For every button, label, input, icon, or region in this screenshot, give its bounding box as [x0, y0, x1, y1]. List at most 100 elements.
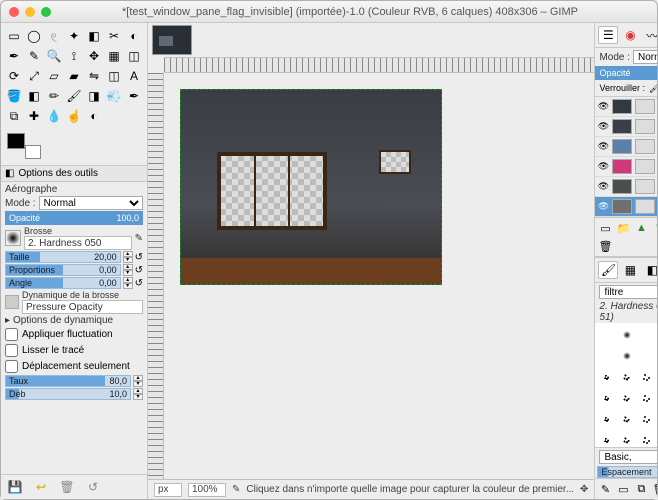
reset-options-icon[interactable]: ↺	[85, 479, 101, 495]
spacing-slider[interactable]: Espacement 10,0	[597, 466, 657, 478]
eye-icon[interactable]: 👁	[597, 121, 609, 132]
jitter-checkbox[interactable]: Appliquer fluctuation	[5, 327, 143, 342]
close-icon[interactable]	[9, 7, 19, 17]
image-canvas[interactable]	[180, 89, 442, 285]
brush-swatch[interactable]	[617, 367, 636, 387]
brush-swatch[interactable]	[637, 367, 656, 387]
smudge-icon[interactable]: ☝	[65, 107, 83, 125]
bucket-icon[interactable]: 🪣	[5, 87, 23, 105]
reset-size-icon[interactable]: ↺	[135, 252, 143, 263]
scale-icon[interactable]: ⤢	[25, 67, 43, 85]
layer-row[interactable]: 👁 ALL	[595, 97, 657, 117]
measure-icon[interactable]: ⟟	[65, 47, 83, 65]
brush-swatch[interactable]	[637, 430, 656, 447]
maximize-icon[interactable]	[41, 7, 51, 17]
brush-name-field[interactable]: 2. Hardness 050	[24, 236, 132, 250]
new-brush-icon[interactable]: ▭	[616, 482, 630, 496]
pencil-icon[interactable]: ✏	[45, 87, 63, 105]
layer-row[interactable]: 👁 ZBUFFER	[595, 197, 657, 217]
dodge-icon[interactable]: ◐	[85, 107, 103, 125]
ruler-horizontal[interactable]	[164, 57, 594, 73]
brush-swatch[interactable]	[597, 325, 616, 345]
fuzzy-select-icon[interactable]: ✦	[65, 27, 83, 45]
lock-pixels-icon[interactable]: 🖌	[649, 83, 657, 94]
dynamics-icon[interactable]	[5, 295, 19, 309]
opacity-slider[interactable]: Opacité 100,0	[5, 211, 143, 225]
heal-icon[interactable]: ✚	[25, 107, 43, 125]
crop-icon[interactable]: ◫	[125, 47, 143, 65]
motion-only-checkbox[interactable]: Déplacement seulement	[5, 359, 143, 374]
size-slider[interactable]: Taille 20,00	[5, 251, 121, 263]
rate-stepper[interactable]: ▴▾	[133, 375, 143, 387]
rect-select-icon[interactable]: ▭	[5, 27, 23, 45]
brush-preset-select[interactable]: Basic,	[599, 450, 657, 464]
align-icon[interactable]: ▦	[105, 47, 123, 65]
blend-icon[interactable]: ◧	[25, 87, 43, 105]
brush-swatch[interactable]	[637, 409, 656, 429]
flip-icon[interactable]: ⇋	[85, 67, 103, 85]
text-icon[interactable]: A	[125, 67, 143, 85]
color-picker-icon[interactable]: ✎	[25, 47, 43, 65]
brush-swatch[interactable]	[597, 346, 616, 366]
raise-layer-icon[interactable]: ▲	[634, 221, 648, 235]
brush-edit-icon[interactable]: ✎	[135, 233, 143, 244]
delete-brush-icon[interactable]: 🗑	[652, 482, 657, 496]
brush-filter[interactable]: filtre	[599, 285, 657, 299]
paths-icon[interactable]: ✒	[5, 47, 23, 65]
brush-swatch[interactable]	[637, 325, 656, 345]
eye-icon[interactable]: 👁	[597, 141, 609, 152]
eye-icon[interactable]: 👁	[597, 161, 609, 172]
smooth-checkbox[interactable]: Lisser le tracé	[5, 343, 143, 358]
restore-options-icon[interactable]: ↩	[33, 479, 49, 495]
brush-swatch[interactable]	[617, 409, 636, 429]
eraser-icon[interactable]: ◨	[85, 87, 103, 105]
eye-icon[interactable]: 👁	[597, 181, 609, 192]
edit-brush-icon[interactable]: ✎	[598, 482, 612, 496]
foreground-select-icon[interactable]: ◐	[125, 27, 143, 45]
brush-swatch[interactable]	[637, 346, 656, 366]
layer-row[interactable]: 👁 BACKGROUN	[595, 137, 657, 157]
brush-swatch[interactable]	[597, 388, 616, 408]
layer-row[interactable]: 👁 OBJECT	[595, 157, 657, 177]
fg-bg-colors[interactable]	[5, 131, 45, 161]
layers-tab-icon[interactable]: ☰	[598, 26, 618, 44]
layer-row[interactable]: 👁 COLOR	[595, 117, 657, 137]
gradients-tab-icon[interactable]: ◧	[642, 261, 657, 279]
lower-layer-icon[interactable]: ▼	[652, 221, 657, 235]
fg-color-swatch[interactable]	[7, 133, 25, 149]
patterns-tab-icon[interactable]: ▦	[620, 261, 640, 279]
scissors-icon[interactable]: ✂	[105, 27, 123, 45]
brush-swatch[interactable]	[637, 388, 656, 408]
new-layer-icon[interactable]: ▭	[598, 221, 612, 235]
delete-layer-icon[interactable]: 🗑	[598, 239, 612, 253]
flow-stepper[interactable]: ▴▾	[133, 388, 143, 400]
brush-swatch[interactable]	[597, 409, 616, 429]
zoom-icon[interactable]: 🔍	[45, 47, 63, 65]
airbrush-icon[interactable]: 💨	[105, 87, 123, 105]
eye-icon[interactable]: 👁	[597, 101, 609, 112]
new-group-icon[interactable]: 📁	[616, 221, 630, 235]
duplicate-brush-icon[interactable]: ⧉	[634, 482, 648, 496]
flow-slider[interactable]: Déb 10,0	[5, 388, 131, 400]
move-icon[interactable]: ✥	[85, 47, 103, 65]
brush-icon[interactable]: 🖌	[65, 87, 83, 105]
rate-slider[interactable]: Taux 80,0	[5, 375, 131, 387]
channels-tab-icon[interactable]: ◉	[620, 26, 640, 44]
ink-icon[interactable]: ✒	[125, 87, 143, 105]
brush-swatch[interactable]	[617, 388, 636, 408]
cage-icon[interactable]: ◫	[105, 67, 123, 85]
navigation-icon[interactable]: ✥	[580, 484, 588, 495]
size-stepper[interactable]: ▴▾	[123, 251, 133, 263]
rotate-icon[interactable]: ⟳	[5, 67, 23, 85]
brush-swatch[interactable]	[617, 430, 636, 447]
ruler-vertical[interactable]	[148, 73, 164, 479]
dynamics-field[interactable]: Pressure Opacity	[22, 300, 143, 314]
shear-icon[interactable]: ▱	[45, 67, 63, 85]
minimize-icon[interactable]	[25, 7, 35, 17]
layer-opacity-slider[interactable]: Opacité 100,0	[595, 66, 657, 80]
zoom-field[interactable]: 100%	[188, 483, 226, 497]
save-options-icon[interactable]: 💾	[7, 479, 23, 495]
dynamics-options-expander[interactable]: ▸ Options de dynamique	[5, 315, 143, 326]
aspect-slider[interactable]: Proportions 0,00	[5, 264, 121, 276]
bg-color-swatch[interactable]	[25, 145, 41, 159]
